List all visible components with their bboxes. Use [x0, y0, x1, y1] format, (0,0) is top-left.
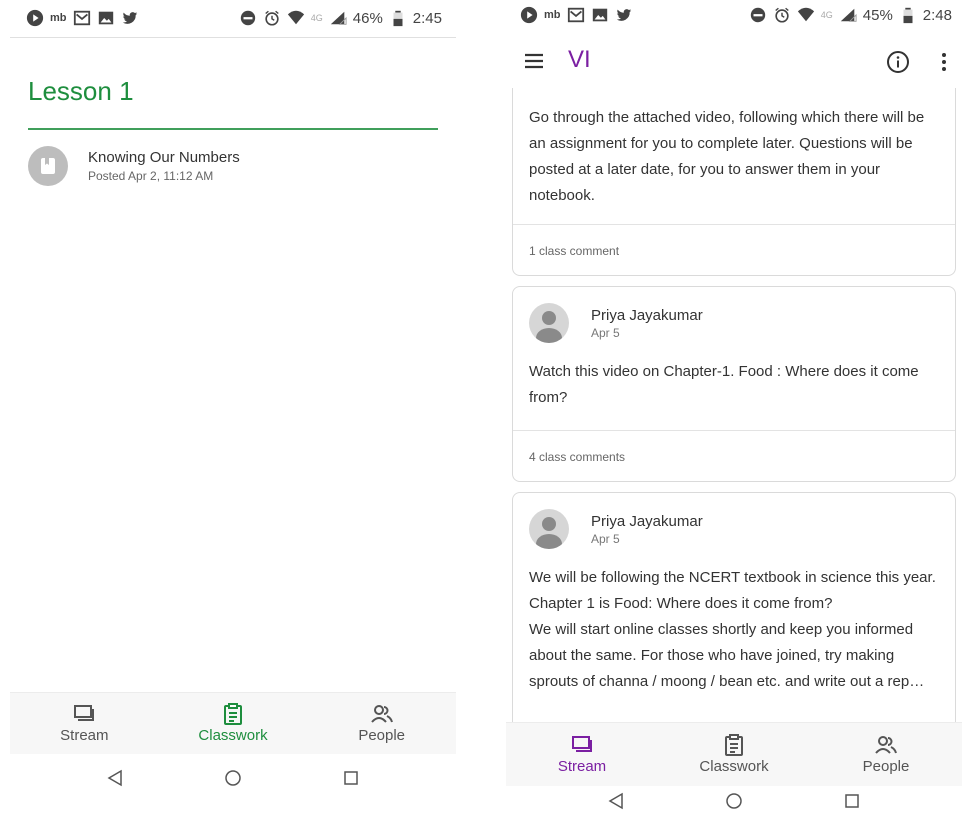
author-name: Priya Jayakumar [591, 512, 703, 530]
stream-icon [572, 736, 592, 752]
nav-stream-label: Stream [557, 758, 607, 775]
network-type: 4G [820, 10, 833, 20]
bottom-nav: Stream Classwork People [10, 692, 456, 754]
alarm-icon [264, 10, 279, 26]
post-card[interactable]: Go through the attached video, following… [512, 88, 956, 276]
more-vert-icon[interactable] [940, 50, 948, 74]
classwork-icon [725, 734, 743, 756]
post-date: Apr 5 [591, 531, 620, 546]
image-icon [98, 11, 113, 25]
topic-title: Lesson 1 [28, 76, 134, 106]
nav-classwork[interactable]: Classwork [159, 693, 308, 754]
classwork-icon [224, 703, 242, 725]
recents-icon[interactable] [843, 792, 861, 810]
avatar [529, 509, 569, 549]
clock: 2:45 [412, 9, 442, 27]
gmail-icon [73, 10, 90, 26]
gmail-icon [567, 7, 584, 23]
screenshot-canvas: mb 4G 46% 2:45 Lesson 1 Knowing Our Numb… [0, 0, 962, 816]
info-icon[interactable] [886, 50, 910, 74]
class-name: VI [568, 46, 591, 73]
home-icon[interactable] [725, 792, 743, 810]
post-body: Watch this video on Chapter-1. Food : Wh… [529, 363, 919, 406]
signal-icon [840, 8, 857, 22]
system-nav-bar [10, 752, 456, 804]
post-body: We will be following the NCERT textbook … [529, 569, 936, 690]
do-not-disturb-icon [240, 10, 255, 26]
nav-stream[interactable]: Stream [506, 723, 658, 786]
class-comments-link[interactable]: 4 class comments [513, 430, 955, 482]
nav-people[interactable]: People [810, 723, 962, 786]
battery-icon [393, 10, 403, 27]
play-circle-icon [26, 9, 44, 27]
system-nav-bar [506, 786, 962, 816]
book-icon [28, 146, 68, 186]
battery-percent: 45% [862, 6, 893, 24]
do-not-disturb-icon [750, 7, 765, 23]
bottom-nav: Stream Classwork People [506, 722, 962, 786]
class-comments-link[interactable]: 1 class comment [513, 224, 955, 276]
stream-icon [74, 705, 95, 721]
left-screen: mb 4G 46% 2:45 Lesson 1 Knowing Our Numb… [10, 0, 456, 816]
home-icon[interactable] [224, 769, 242, 787]
mb-app-icon: mb [50, 12, 67, 24]
post-card[interactable]: Priya Jayakumar Apr 5 We will be followi… [512, 492, 956, 722]
post-card[interactable]: Priya Jayakumar Apr 5 Watch this video o… [512, 286, 956, 482]
nav-stream-label: Stream [60, 727, 109, 744]
wifi-icon [797, 7, 814, 22]
signal-icon [330, 11, 347, 25]
people-icon [370, 705, 393, 723]
back-icon[interactable] [607, 792, 625, 810]
back-icon[interactable] [106, 769, 124, 787]
author-name: Priya Jayakumar [591, 306, 703, 324]
topic-underline [28, 128, 438, 130]
twitter-icon [122, 12, 137, 24]
recents-icon[interactable] [342, 769, 360, 787]
post-body: Go through the attached video, following… [529, 109, 925, 204]
nav-people[interactable]: People [307, 693, 456, 754]
stream-feed[interactable]: Go through the attached video, following… [506, 88, 962, 722]
material-item[interactable]: Knowing Our Numbers Posted Apr 2, 11:12 … [28, 146, 240, 186]
post-date: Apr 5 [591, 325, 620, 340]
clock: 2:48 [922, 6, 952, 24]
alarm-icon [774, 7, 789, 23]
wifi-icon [287, 10, 304, 25]
battery-icon [903, 7, 913, 24]
image-icon [592, 8, 607, 22]
material-title: Knowing Our Numbers [88, 149, 240, 166]
status-bar: mb 4G 45% 2:48 [506, 0, 962, 38]
nav-people-label: People [358, 727, 406, 744]
status-divider [10, 37, 456, 38]
mb-app-icon: mb [544, 9, 561, 21]
right-screen: mb 4G 45% 2:48 VI Go through the attache… [506, 0, 962, 816]
nav-stream[interactable]: Stream [10, 693, 159, 754]
menu-icon[interactable] [524, 52, 544, 70]
twitter-icon [616, 9, 631, 21]
network-type: 4G [310, 13, 323, 23]
people-icon [875, 736, 897, 754]
nav-classwork-label: Classwork [699, 758, 769, 775]
play-circle-icon [520, 6, 538, 24]
nav-classwork[interactable]: Classwork [658, 723, 810, 786]
status-bar: mb 4G 46% 2:45 [10, 0, 456, 38]
avatar [529, 303, 569, 343]
material-posted-date: Posted Apr 2, 11:12 AM [88, 169, 214, 183]
nav-classwork-label: Classwork [198, 727, 268, 744]
nav-people-label: People [862, 758, 910, 775]
battery-percent: 46% [352, 9, 383, 27]
app-bar: VI [506, 38, 962, 86]
